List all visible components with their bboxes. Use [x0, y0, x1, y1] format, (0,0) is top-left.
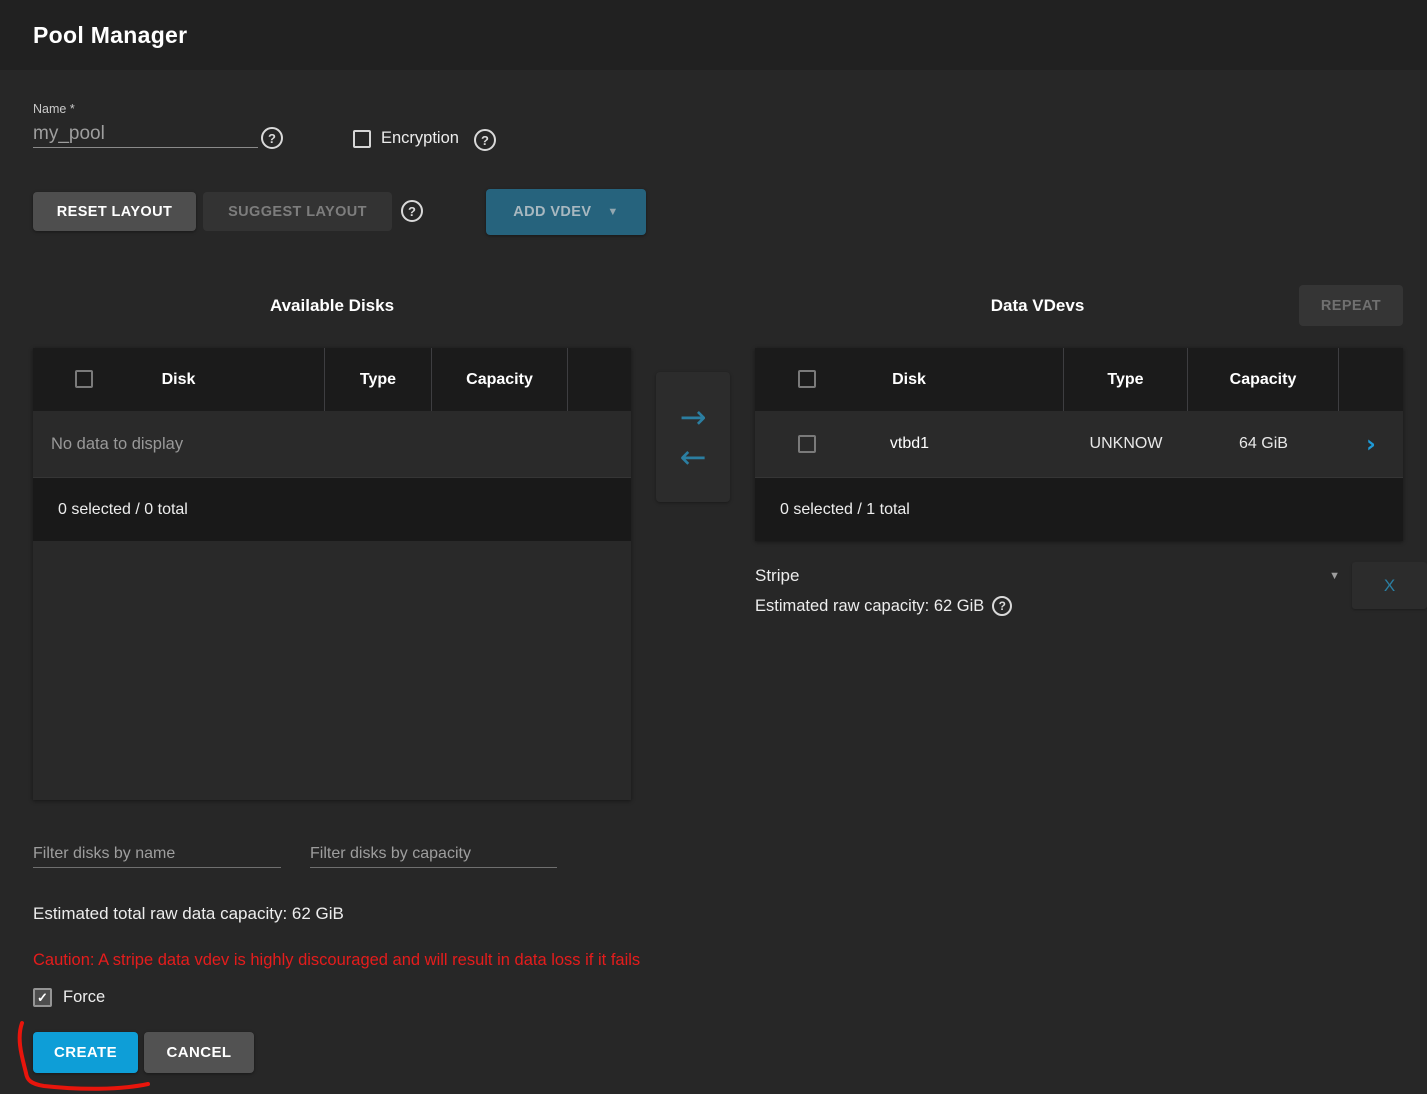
suggest-layout-button[interactable]: SUGGEST LAYOUT — [203, 192, 392, 231]
raw-capacity-help-icon[interactable]: ? — [992, 596, 1012, 616]
create-button[interactable]: CREATE — [33, 1032, 138, 1073]
data-vdevs-header-capacity: Capacity — [1188, 348, 1339, 411]
select-all-checkbox[interactable] — [75, 370, 93, 388]
filter-disks-by-name-input[interactable] — [33, 840, 281, 868]
column-label-disk: Disk — [892, 371, 926, 389]
name-field-label: Name * — [33, 102, 75, 116]
available-disks-header-type: Type — [325, 348, 432, 411]
available-disks-header-actions — [568, 348, 631, 411]
vdev-disk-capacity: 64 GiB — [1188, 411, 1339, 477]
force-checkbox[interactable]: ✓ — [33, 988, 52, 1007]
move-right-arrow-icon[interactable]: → — [674, 400, 713, 434]
check-icon: ✓ — [37, 990, 48, 1006]
estimated-total-capacity: Estimated total raw data capacity: 62 Gi… — [33, 904, 344, 924]
available-disks-footer: 0 selected / 0 total — [33, 477, 631, 541]
available-disks-table: Disk Type Capacity No data to display 0 … — [33, 348, 631, 800]
filter-disks-by-capacity-input[interactable] — [310, 840, 557, 868]
encryption-checkbox[interactable] — [353, 130, 371, 148]
suggest-layout-help-icon[interactable]: ? — [401, 200, 423, 222]
caution-message: Caution: A stripe data vdev is highly di… — [33, 951, 640, 970]
vdev-disk-name: vtbd1 — [890, 435, 929, 453]
reset-layout-button[interactable]: RESET LAYOUT — [33, 192, 196, 231]
encryption-label: Encryption — [381, 129, 459, 148]
table-row[interactable]: vtbd1 UNKNOW 64 GiB › — [755, 411, 1403, 477]
add-vdev-label: ADD VDEV — [513, 204, 591, 220]
force-row: ✓ Force — [33, 988, 105, 1007]
repeat-button[interactable]: REPEAT — [1299, 285, 1403, 326]
add-vdev-button[interactable]: ADD VDEV ▼ — [486, 189, 646, 235]
available-disks-header-row: Disk Type Capacity — [33, 348, 631, 411]
estimated-raw-capacity: Estimated raw capacity: 62 GiB ? — [755, 596, 1012, 616]
pool-name-input[interactable] — [33, 120, 258, 148]
encryption-help-icon[interactable]: ? — [474, 129, 496, 151]
data-vdevs-table: Disk Type Capacity vtbd1 UNKNOW 64 GiB ›… — [755, 348, 1403, 541]
caret-down-icon: ▼ — [1329, 570, 1340, 582]
vdev-layout-value: Stripe — [755, 566, 799, 586]
estimated-raw-capacity-text: Estimated raw capacity: 62 GiB — [755, 597, 984, 616]
move-left-arrow-icon[interactable]: ← — [674, 440, 713, 474]
vdev-select-all-checkbox[interactable] — [798, 370, 816, 388]
page-title: Pool Manager — [33, 22, 187, 49]
cancel-button[interactable]: CANCEL — [144, 1032, 254, 1073]
data-vdevs-footer: 0 selected / 1 total — [755, 477, 1403, 541]
transfer-panel: → ← — [656, 372, 730, 502]
remove-vdev-button[interactable]: X — [1352, 562, 1427, 609]
name-help-icon[interactable]: ? — [261, 127, 283, 149]
available-disks-header-capacity: Capacity — [432, 348, 568, 411]
vdev-disk-type: UNKNOW — [1064, 411, 1188, 477]
data-vdevs-title: Data VDevs — [755, 296, 1320, 316]
vdev-layout-select[interactable]: Stripe ▼ — [755, 563, 1340, 589]
data-vdevs-header-disk: Disk — [755, 348, 1064, 411]
available-disks-header-disk: Disk — [33, 348, 325, 411]
available-disks-empty-area — [33, 541, 631, 800]
chevron-right-icon[interactable]: › — [1366, 432, 1376, 456]
data-vdevs-header-row: Disk Type Capacity — [755, 348, 1403, 411]
data-vdevs-header-actions — [1339, 348, 1403, 411]
available-disks-title: Available Disks — [33, 296, 631, 316]
top-bar: Pool Manager — [0, 0, 1427, 70]
vdev-row-checkbox[interactable] — [798, 435, 816, 453]
force-label: Force — [63, 988, 105, 1007]
caret-down-icon: ▼ — [607, 206, 618, 218]
data-vdevs-header-type: Type — [1064, 348, 1188, 411]
column-label-disk: Disk — [162, 371, 196, 389]
pool-manager-page: Pool Manager Name * ? Encryption ? RESET… — [0, 0, 1427, 1094]
no-data-row: No data to display — [33, 411, 631, 477]
